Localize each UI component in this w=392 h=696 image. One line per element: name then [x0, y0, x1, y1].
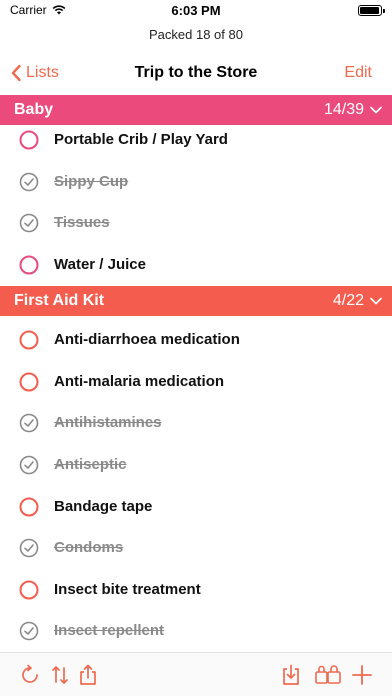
back-label: Lists [26, 64, 59, 81]
refresh-icon[interactable] [18, 663, 42, 687]
section-count-group: 14/39 [324, 101, 382, 119]
list-item[interactable]: Bandage tape [0, 486, 392, 527]
checked-circle-icon[interactable] [18, 212, 40, 234]
wifi-icon [52, 5, 66, 15]
list-item[interactable]: Anti-diarrhoea medication [0, 319, 392, 360]
checked-circle-icon[interactable] [18, 454, 40, 476]
checked-circle-icon[interactable] [18, 171, 40, 193]
back-button[interactable]: Lists [10, 64, 59, 82]
list-item[interactable]: Antihistamines [0, 402, 392, 443]
carrier-label: Carrier [10, 3, 47, 17]
item-label: Insect repellent [54, 622, 165, 639]
unchecked-circle-icon[interactable] [18, 579, 40, 601]
list-item[interactable]: Water / Juice [0, 244, 392, 285]
add-icon[interactable] [350, 663, 374, 687]
section-header-first-aid-kit[interactable]: First Aid Kit 4/22 [0, 286, 392, 316]
list-item[interactable]: Antiseptic [0, 444, 392, 485]
unchecked-circle-icon[interactable] [18, 496, 40, 518]
unchecked-circle-icon[interactable] [18, 329, 40, 351]
chevron-down-icon [370, 106, 382, 114]
chevron-down-icon [370, 297, 382, 305]
item-label: Bandage tape [54, 498, 153, 515]
list-item[interactable]: Portable Crib / Play Yard [0, 119, 392, 160]
item-label: Water / Juice [54, 256, 146, 273]
unchecked-circle-icon[interactable] [18, 254, 40, 276]
list-item[interactable]: Tissues [0, 202, 392, 243]
item-label: Portable Crib / Play Yard [54, 131, 228, 148]
section-count: 14/39 [323, 101, 364, 118]
item-label: Anti-diarrhoea medication [54, 331, 240, 348]
checked-circle-icon[interactable] [18, 537, 40, 559]
list-item[interactable]: Sippy Cup [0, 161, 392, 202]
status-bar: Carrier 6:03 PM [0, 0, 392, 20]
item-label: Tissues [54, 214, 110, 231]
unchecked-circle-icon[interactable] [18, 129, 40, 151]
list-item[interactable]: Anti-malaria medication [0, 361, 392, 402]
download-icon[interactable] [279, 663, 303, 687]
bags-icon[interactable] [314, 663, 342, 687]
packed-summary: Packed 18 of 80 [149, 27, 243, 42]
section-title: First Aid Kit [14, 292, 105, 309]
item-label: Anti-malaria medication [54, 373, 225, 390]
unchecked-circle-icon[interactable] [18, 371, 40, 393]
chevron-left-icon [11, 64, 21, 82]
list-item[interactable]: Insect repellent [0, 610, 392, 651]
item-label: Insect bite treatment [54, 581, 201, 598]
edit-button[interactable]: Edit [344, 64, 372, 82]
checked-circle-icon[interactable] [18, 412, 40, 434]
share-icon[interactable] [76, 663, 100, 687]
section-count-group: 4/22 [333, 292, 382, 310]
list-item[interactable]: Condoms [0, 527, 392, 568]
bottom-toolbar [0, 652, 392, 696]
section-count: 4/22 [332, 292, 364, 309]
navigation-bar: Lists Trip to the Store Edit [0, 56, 392, 90]
section-title: Baby [14, 101, 54, 118]
item-label: Antihistamines [54, 414, 162, 431]
battery-icon [358, 4, 385, 16]
list-item[interactable]: Insect bite treatment [0, 569, 392, 610]
checked-circle-icon[interactable] [18, 620, 40, 642]
sort-icon[interactable] [48, 663, 72, 687]
item-label: Sippy Cup [54, 173, 129, 190]
item-label: Condoms [54, 539, 124, 556]
item-label: Antiseptic [54, 456, 127, 473]
carrier-group: Carrier [10, 3, 66, 17]
